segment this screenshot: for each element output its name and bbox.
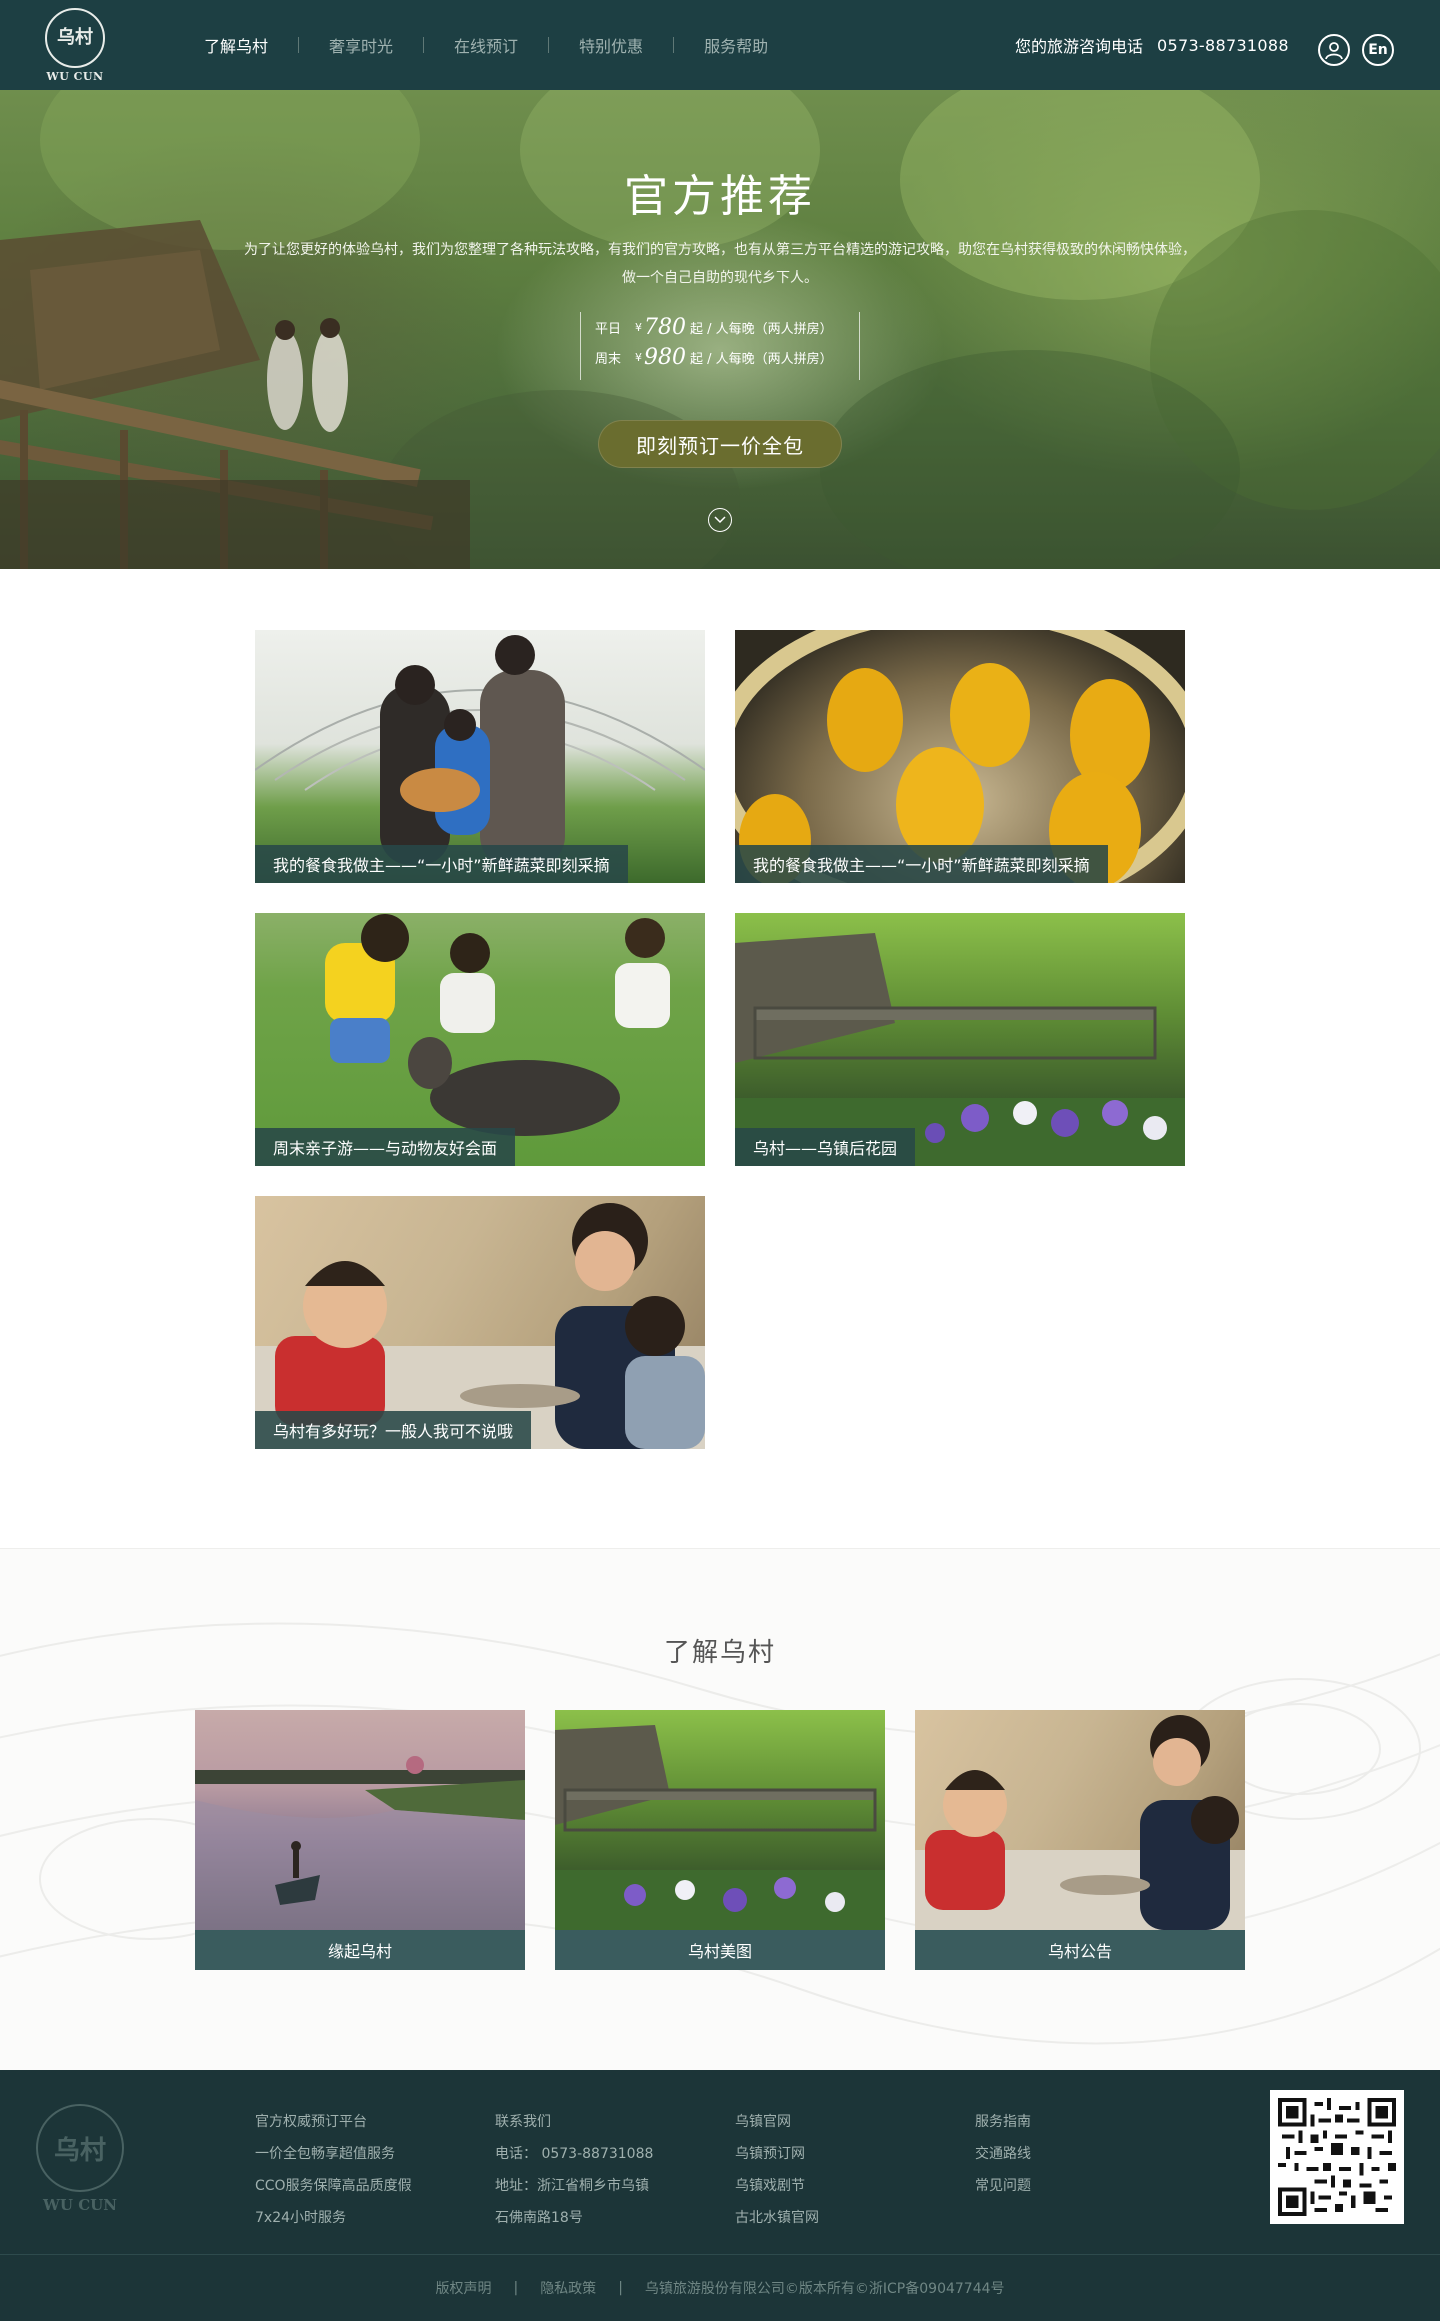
weekday-price-row: 平日 ¥ 780 起 / 人每晚（两人拼房） xyxy=(595,312,859,342)
footer-link[interactable]: 服务指南 xyxy=(975,2106,1031,2138)
currency-symbol: ¥ xyxy=(635,350,642,364)
logo-glyph: 乌村 xyxy=(57,27,93,48)
learn-card-caption: 乌村公告 xyxy=(915,1930,1245,1970)
footer-bottom-bar: 版权声明 | 隐私政策 | 乌镇旅游股份有限公司©版本所有©浙ICP备09047… xyxy=(0,2254,1440,2321)
footer-text: 电话： 0573-88731088 xyxy=(495,2146,654,2162)
card-caption: 周末亲子游——与动物友好会面 xyxy=(255,1128,516,1166)
recommend-card[interactable]: 周末亲子游——与动物友好会面 xyxy=(255,913,705,1166)
card-caption: 乌村——乌镇后花园 xyxy=(735,1128,916,1166)
footer-text: 地址：浙江省桐乡市乌镇 xyxy=(495,2178,649,2194)
currency-symbol: ¥ xyxy=(635,320,642,334)
language-switch-button[interactable]: En xyxy=(1362,34,1394,66)
footer-logo-text: WU CUN xyxy=(43,2196,117,2214)
footer-link[interactable]: 乌镇官网 xyxy=(735,2106,819,2138)
footer-text: 一价全包畅享超值服务 xyxy=(255,2146,395,2162)
logo-emblem: 乌村 xyxy=(45,8,105,68)
footer-divider: | xyxy=(513,2280,519,2296)
footer-column-services: 官方权威预订平台 一价全包畅享超值服务 CCO服务保障高品质度假 7x24小时服… xyxy=(255,2106,412,2234)
footer-text: 7x24小时服务 xyxy=(255,2210,347,2226)
site-header: 乌村 WU CUN 了解乌村 奢享时光 在线预订 特别优惠 服务帮助 您的旅游咨… xyxy=(0,0,1440,90)
nav-item-offers[interactable]: 特别优惠 xyxy=(549,33,673,57)
learn-card-caption: 缘起乌村 xyxy=(195,1930,525,1970)
footer-logo-emblem: 乌村 xyxy=(36,2104,124,2192)
footer-link[interactable]: 古北水镇官网 xyxy=(735,2202,819,2234)
site-logo[interactable]: 乌村 WU CUN xyxy=(44,8,106,84)
learn-card-caption: 乌村美图 xyxy=(555,1930,885,1970)
scroll-down-icon[interactable] xyxy=(708,508,732,532)
book-package-button[interactable]: 即刻预订一价全包 xyxy=(598,420,842,468)
weekday-price: 780 xyxy=(644,314,686,340)
river-boat-photo xyxy=(195,1756,525,1930)
hotline-number[interactable]: 0573-88731088 xyxy=(1157,36,1289,55)
learn-card[interactable]: 乌村公告 xyxy=(915,1710,1245,1970)
learn-section-title: 了解乌村 xyxy=(663,1638,776,1668)
nav-item-about[interactable]: 了解乌村 xyxy=(200,33,298,57)
recommend-card[interactable]: 我的餐食我做主——“一小时”新鲜蔬菜即刻采摘 xyxy=(735,630,1185,883)
copyright-link[interactable]: 版权声明 xyxy=(435,2278,491,2298)
footer-link[interactable]: 交通路线 xyxy=(975,2138,1031,2170)
footer-logo-glyph: 乌村 xyxy=(53,2135,106,2166)
qr-code-image xyxy=(1278,2098,1396,2216)
weekend-price-row: 周末 ¥ 980 起 / 人每晚（两人拼房） xyxy=(595,342,859,372)
garden-bridge-photo xyxy=(555,1725,885,1930)
price-suffix: 起 / 人每晚（两人拼房） xyxy=(690,321,833,337)
privacy-link[interactable]: 隐私政策 xyxy=(540,2278,596,2298)
hero-banner: 官方推荐 为了让您更好的体验乌村，我们为您整理了各种玩法攻略，有我们的官方攻略，… xyxy=(0,90,1440,569)
nav-item-help[interactable]: 服务帮助 xyxy=(674,33,798,57)
user-icon[interactable] xyxy=(1318,34,1350,66)
card-caption: 我的餐食我做主——“一小时”新鲜蔬菜即刻采摘 xyxy=(255,845,628,883)
nav-item-booking[interactable]: 在线预订 xyxy=(424,33,548,57)
footer-text: 官方权威预订平台 xyxy=(255,2114,367,2130)
card-caption: 乌村有多好玩？一般人我可不说哦 xyxy=(255,1411,532,1449)
card-caption: 我的餐食我做主——“一小时”新鲜蔬菜即刻采摘 xyxy=(735,845,1108,883)
footer-text: 石佛南路18号 xyxy=(495,2210,583,2226)
weekend-label: 周末 xyxy=(595,351,622,367)
recommend-card[interactable]: 我的餐食我做主——“一小时”新鲜蔬菜即刻采摘 xyxy=(255,630,705,883)
hotline-label: 您的旅游咨询电话 xyxy=(1015,37,1144,56)
recommend-card[interactable]: 乌村有多好玩？一般人我可不说哦 xyxy=(255,1196,705,1449)
footer-link[interactable]: 常见问题 xyxy=(975,2170,1031,2202)
logo-text: WU CUN xyxy=(46,70,104,83)
weekday-label: 平日 xyxy=(595,321,622,337)
hotline: 您的旅游咨询电话 0573-88731088 xyxy=(1015,0,1289,90)
price-box: 平日 ¥ 780 起 / 人每晚（两人拼房） 周末 ¥ 980 起 / 人每晚（… xyxy=(580,312,860,380)
company-copyright-text: 乌镇旅游股份有限公司©版本所有©浙ICP备09047744号 xyxy=(644,2281,1005,2297)
weekend-price: 980 xyxy=(644,344,686,370)
learn-card[interactable]: 缘起乌村 xyxy=(195,1710,525,1970)
language-label: En xyxy=(1368,42,1388,58)
footer-link[interactable]: 乌镇预订网 xyxy=(735,2138,819,2170)
recommend-card[interactable]: 乌村——乌镇后花园 xyxy=(735,913,1185,1166)
footer-divider: | xyxy=(618,2280,623,2296)
hero-title: 官方推荐 xyxy=(624,171,816,222)
learn-card[interactable]: 乌村美图 xyxy=(555,1710,885,1970)
footer-link[interactable]: 乌镇戏剧节 xyxy=(735,2170,819,2202)
footer-logo: 乌村 WU CUN xyxy=(34,2104,126,2214)
kids-crafts-photo xyxy=(915,1715,1245,1930)
footer-text: CCO服务保障高品质度假 xyxy=(255,2178,412,2194)
footer-link-contact[interactable]: 联系我们 xyxy=(495,2106,653,2138)
chevron-down-icon xyxy=(714,516,726,524)
price-suffix: 起 / 人每晚（两人拼房） xyxy=(690,351,833,367)
footer-column-contact: 联系我们 电话： 0573-88731088 地址：浙江省桐乡市乌镇 石佛南路1… xyxy=(495,2106,653,2234)
hero-description-line: 做一个自己自助的现代乡下人。 xyxy=(622,270,818,286)
main-nav: 了解乌村 奢享时光 在线预订 特别优惠 服务帮助 xyxy=(200,0,798,90)
footer-column-help: 服务指南 交通路线 常见问题 xyxy=(975,2106,1031,2202)
user-icon-glyph xyxy=(1325,42,1343,60)
hero-description: 为了让您更好的体验乌村，我们为您整理了各种玩法攻略，有我们的官方攻略，也有从第三… xyxy=(200,236,1240,292)
qr-code xyxy=(1270,2090,1404,2224)
hero-description-line: 为了让您更好的体验乌村，我们为您整理了各种玩法攻略，有我们的官方攻略，也有从第三… xyxy=(244,242,1196,258)
nav-item-luxury[interactable]: 奢享时光 xyxy=(299,33,423,57)
footer-column-links: 乌镇官网 乌镇预订网 乌镇戏剧节 古北水镇官网 xyxy=(735,2106,819,2234)
